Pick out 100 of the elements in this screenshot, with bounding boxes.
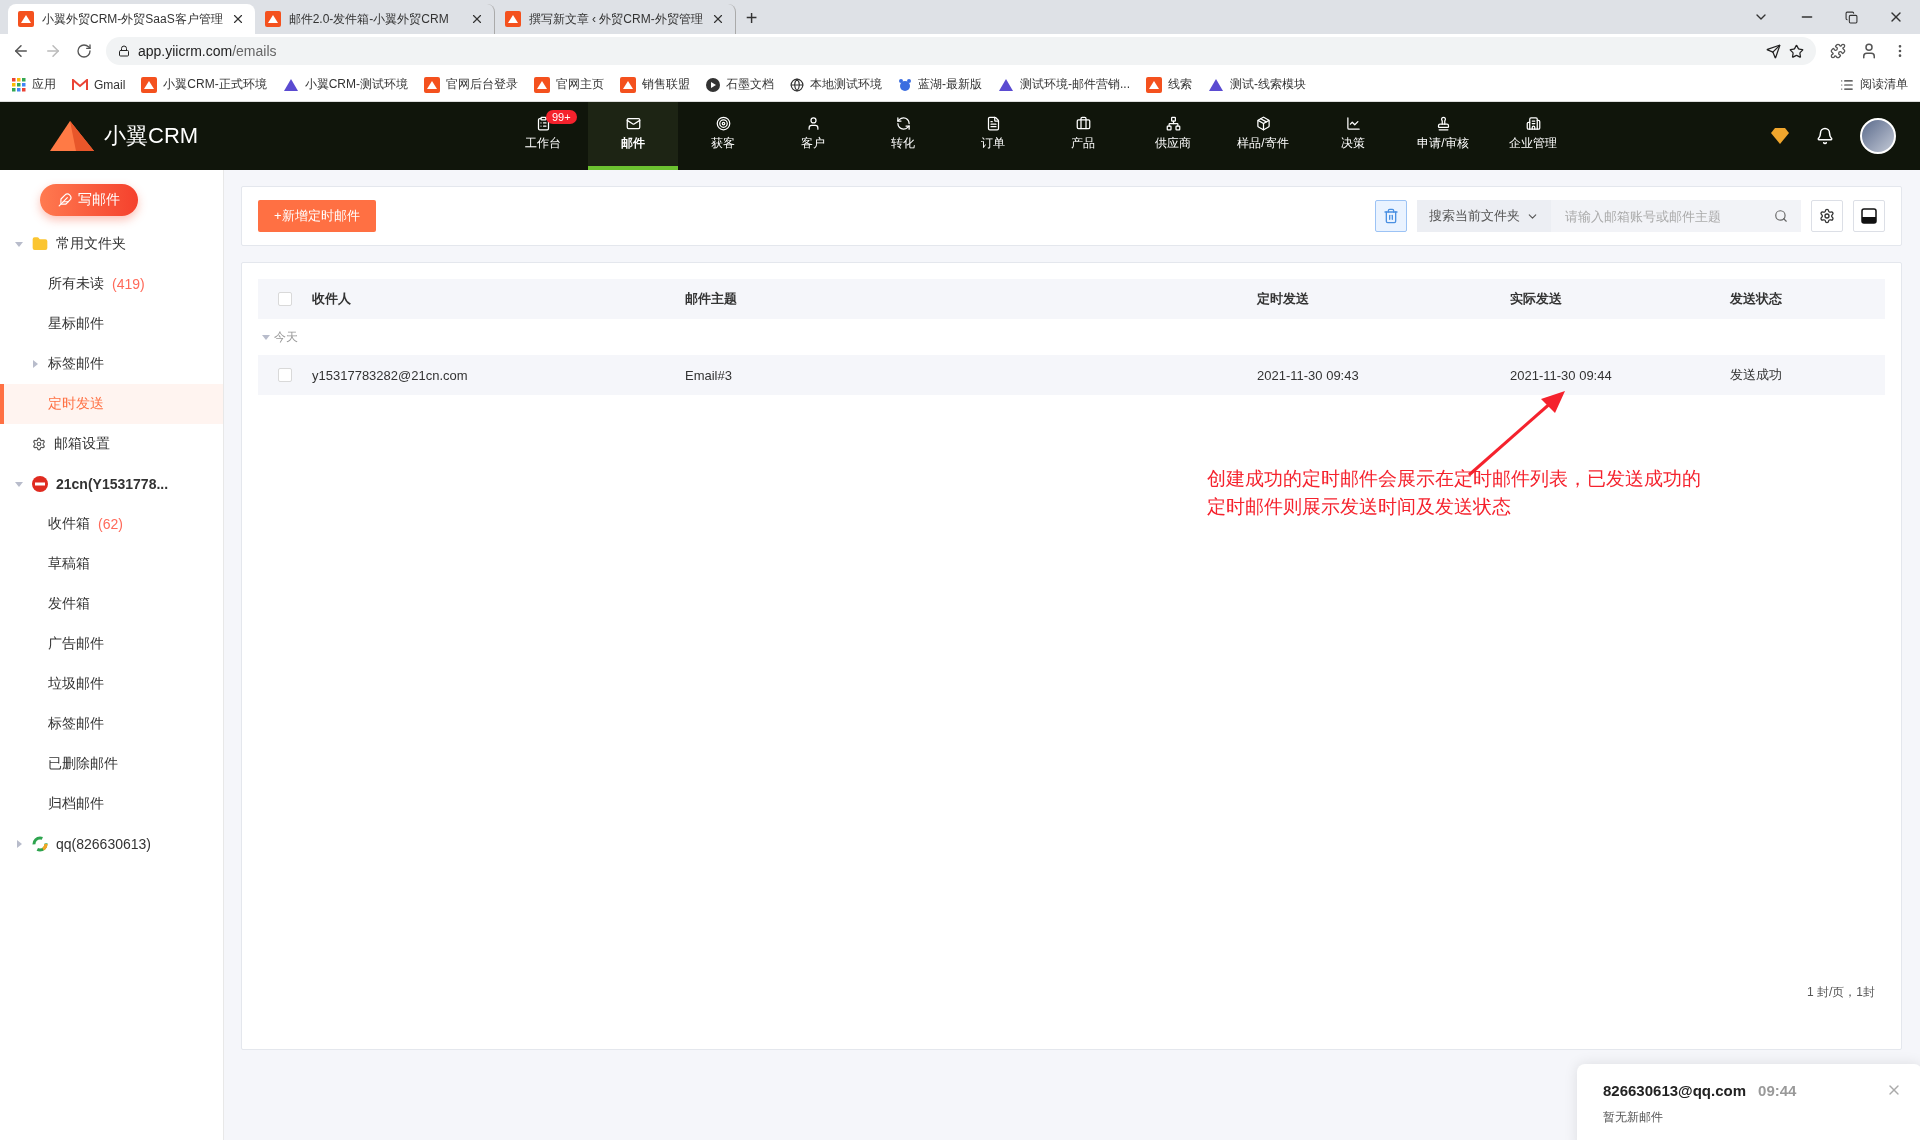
- nav-tab[interactable]: 工作台 99+: [498, 102, 588, 170]
- reload-icon[interactable]: [76, 43, 92, 59]
- address-field[interactable]: app.yiicrm.com/emails: [106, 37, 1816, 65]
- folder-item[interactable]: 常用文件夹: [0, 224, 223, 264]
- caret-icon: [262, 333, 270, 341]
- folder-item[interactable]: 邮箱设置: [0, 424, 223, 464]
- folder-item[interactable]: 21cn(Y1531778...: [0, 464, 223, 504]
- bookmark[interactable]: 线索: [1146, 76, 1192, 93]
- column-header: 发送状态: [1730, 290, 1783, 308]
- logo-icon: [504, 11, 521, 27]
- avatar[interactable]: [1860, 118, 1896, 154]
- layout-button[interactable]: [1853, 200, 1885, 232]
- nav-tab[interactable]: 企业管理: [1488, 102, 1578, 170]
- globe-icon: [790, 77, 804, 92]
- nav-tab[interactable]: 决策: [1308, 102, 1398, 170]
- send-icon[interactable]: [1766, 43, 1781, 59]
- refresh-icon: [895, 116, 911, 131]
- restore-icon[interactable]: [1845, 10, 1858, 24]
- folder-item[interactable]: 广告邮件: [0, 624, 223, 664]
- caret-icon: [15, 240, 23, 248]
- bookmark[interactable]: 销售联盟: [620, 76, 690, 93]
- star-icon[interactable]: [1789, 43, 1804, 59]
- lock-icon: [118, 45, 130, 57]
- nav-tab[interactable]: 订单: [948, 102, 1038, 170]
- search-field[interactable]: 请输入邮箱账号或邮件主题: [1551, 200, 1761, 232]
- folder-icon: [32, 236, 48, 252]
- nav-tab[interactable]: 转化: [858, 102, 948, 170]
- nav-tab[interactable]: 客户: [768, 102, 858, 170]
- folder-item[interactable]: 所有未读 (419): [0, 264, 223, 304]
- browser-tab[interactable]: 小翼外贸CRM-外贸SaaS客户管理: [8, 4, 255, 34]
- delete-button[interactable]: [1375, 200, 1407, 232]
- table-cell-text: y15317783282@21cn.com: [312, 367, 469, 383]
- bookmark[interactable]: 小翼CRM-测试环境: [282, 76, 408, 93]
- nav-tab[interactable]: 获客: [678, 102, 768, 170]
- logo-icon: [48, 119, 96, 153]
- message-text: 暂无新邮件: [1603, 1109, 1664, 1126]
- reading-list[interactable]: 阅读清单: [1840, 76, 1908, 93]
- triangle-icon: [1208, 77, 1224, 92]
- folder-item[interactable]: 已删除邮件: [0, 744, 223, 784]
- folder-item[interactable]: 草稿箱: [0, 544, 223, 584]
- nav-tab[interactable]: 邮件: [588, 102, 678, 170]
- logo-icon: [18, 11, 34, 27]
- mail-icon: [625, 116, 641, 131]
- nav-tab[interactable]: 样品/寄件: [1218, 102, 1308, 170]
- nav-tab[interactable]: 供应商: [1128, 102, 1218, 170]
- list-icon: [1840, 77, 1854, 92]
- mailbox-logo-icon: [32, 476, 48, 492]
- extensions-icon[interactable]: [1830, 43, 1846, 59]
- trash-icon: [1383, 208, 1399, 224]
- mail-icon: [72, 78, 88, 91]
- column-header: 收件人: [312, 290, 352, 308]
- logo-icon: [620, 76, 636, 93]
- feather-icon: [58, 193, 72, 207]
- bookmark[interactable]: 应用: [12, 76, 56, 93]
- bookmark[interactable]: 官网后台登录: [424, 76, 518, 93]
- settings-button[interactable]: [1811, 200, 1843, 232]
- briefcase-icon: [1075, 116, 1091, 131]
- time-text: 09:44: [1758, 1082, 1797, 1099]
- app-logo[interactable]: 小翼CRM: [48, 102, 498, 170]
- nav-tab[interactable]: 申请/审核: [1398, 102, 1488, 170]
- nav-tab[interactable]: 产品: [1038, 102, 1128, 170]
- folder-item[interactable]: 垃圾邮件: [0, 664, 223, 704]
- folder-item[interactable]: 标签邮件: [0, 344, 223, 384]
- bookmark[interactable]: 测试环境-邮件营销...: [998, 76, 1130, 93]
- back-icon[interactable]: [12, 42, 30, 60]
- table-cell-text: 2021-11-30 09:43: [1257, 367, 1360, 383]
- clipboard-icon: [535, 116, 551, 131]
- folder-item[interactable]: 归档邮件: [0, 784, 223, 824]
- document-icon: [985, 116, 1001, 131]
- folder-item[interactable]: 收件箱 (62): [0, 504, 223, 544]
- diamond-icon[interactable]: [1770, 127, 1790, 145]
- scope-dropdown[interactable]: 搜索当前文件夹: [1417, 200, 1551, 232]
- bookmark[interactable]: 官网主页: [534, 76, 604, 93]
- bookmark[interactable]: 小翼CRM-正式环境: [141, 76, 267, 93]
- bookmark[interactable]: 本地测试环境: [790, 76, 882, 93]
- package-icon: [1255, 116, 1271, 131]
- checkbox[interactable]: [278, 368, 292, 382]
- table-row[interactable]: y15317783282@21cn.com Email#3 2021-11-30 09:43 2021-11-30 09:44 发送成功: [258, 355, 1885, 395]
- folder-item[interactable]: 标签邮件: [0, 704, 223, 744]
- count-badge: 99+: [546, 110, 577, 124]
- folder-item[interactable]: qq(826630613): [0, 824, 223, 864]
- caret-icon: [15, 480, 23, 488]
- bookmark[interactable]: 石墨文档: [706, 76, 774, 93]
- stamp-icon: [1435, 116, 1451, 131]
- target-icon: [715, 116, 731, 131]
- circle-icon: [706, 77, 720, 92]
- folder-item[interactable]: 发件箱: [0, 584, 223, 624]
- profile-icon[interactable]: [1860, 42, 1878, 60]
- bookmark[interactable]: 测试-线索模块: [1208, 76, 1306, 93]
- bookmark[interactable]: Gmail: [72, 77, 126, 92]
- bookmark[interactable]: 蓝湖-最新版: [898, 76, 982, 93]
- column-header: 实际发送: [1510, 290, 1563, 308]
- folder-item[interactable]: 星标邮件: [0, 304, 223, 344]
- checkbox[interactable]: [278, 292, 292, 306]
- new-tab-button[interactable]: +: [735, 7, 768, 34]
- table-cell-text: 发送成功: [1730, 366, 1783, 384]
- account-text: 826630613@qq.com: [1603, 1082, 1747, 1099]
- logo-icon: [534, 76, 550, 93]
- bell-icon[interactable]: [1816, 127, 1834, 145]
- settings-icon: [1819, 208, 1835, 224]
